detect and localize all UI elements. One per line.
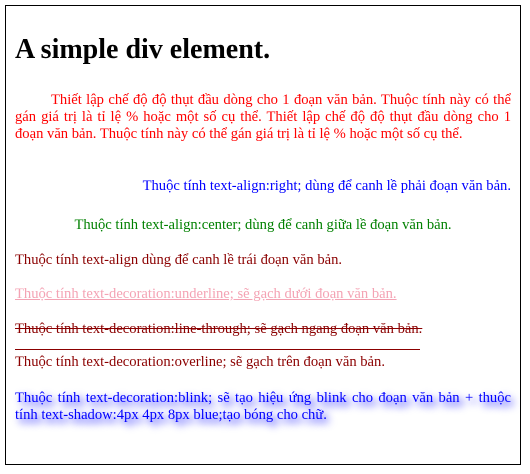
text-overline-block: Thuộc tính text-decoration:overline; sẽ … bbox=[15, 349, 511, 371]
text-line-through-paragraph: Thuộc tính text-decoration:line-through;… bbox=[15, 321, 423, 337]
simple-div-container: A simple div element. Thiết lập chế độ đ… bbox=[5, 5, 521, 465]
text-shadow-blink-paragraph: Thuộc tính text-decoration:blink; sẽ tạo… bbox=[15, 390, 511, 423]
text-underline-paragraph: Thuộc tính text-decoration:underline; sẽ… bbox=[15, 286, 397, 302]
overline-rule bbox=[15, 349, 420, 350]
text-align-right-paragraph: Thuộc tính text-align:right; dùng để can… bbox=[142, 178, 511, 194]
text-align-center-paragraph: Thuộc tính text-align:center; dùng để ca… bbox=[74, 217, 452, 233]
text-indent-paragraph: Thiết lập chế độ độ thụt đầu dòng cho 1 … bbox=[15, 92, 511, 142]
text-align-left-paragraph: Thuộc tính text-align dùng để canh lề tr… bbox=[15, 252, 343, 268]
text-overline-paragraph: Thuộc tính text-decoration:overline; sẽ … bbox=[15, 354, 385, 370]
page-title: A simple div element. bbox=[15, 34, 271, 65]
